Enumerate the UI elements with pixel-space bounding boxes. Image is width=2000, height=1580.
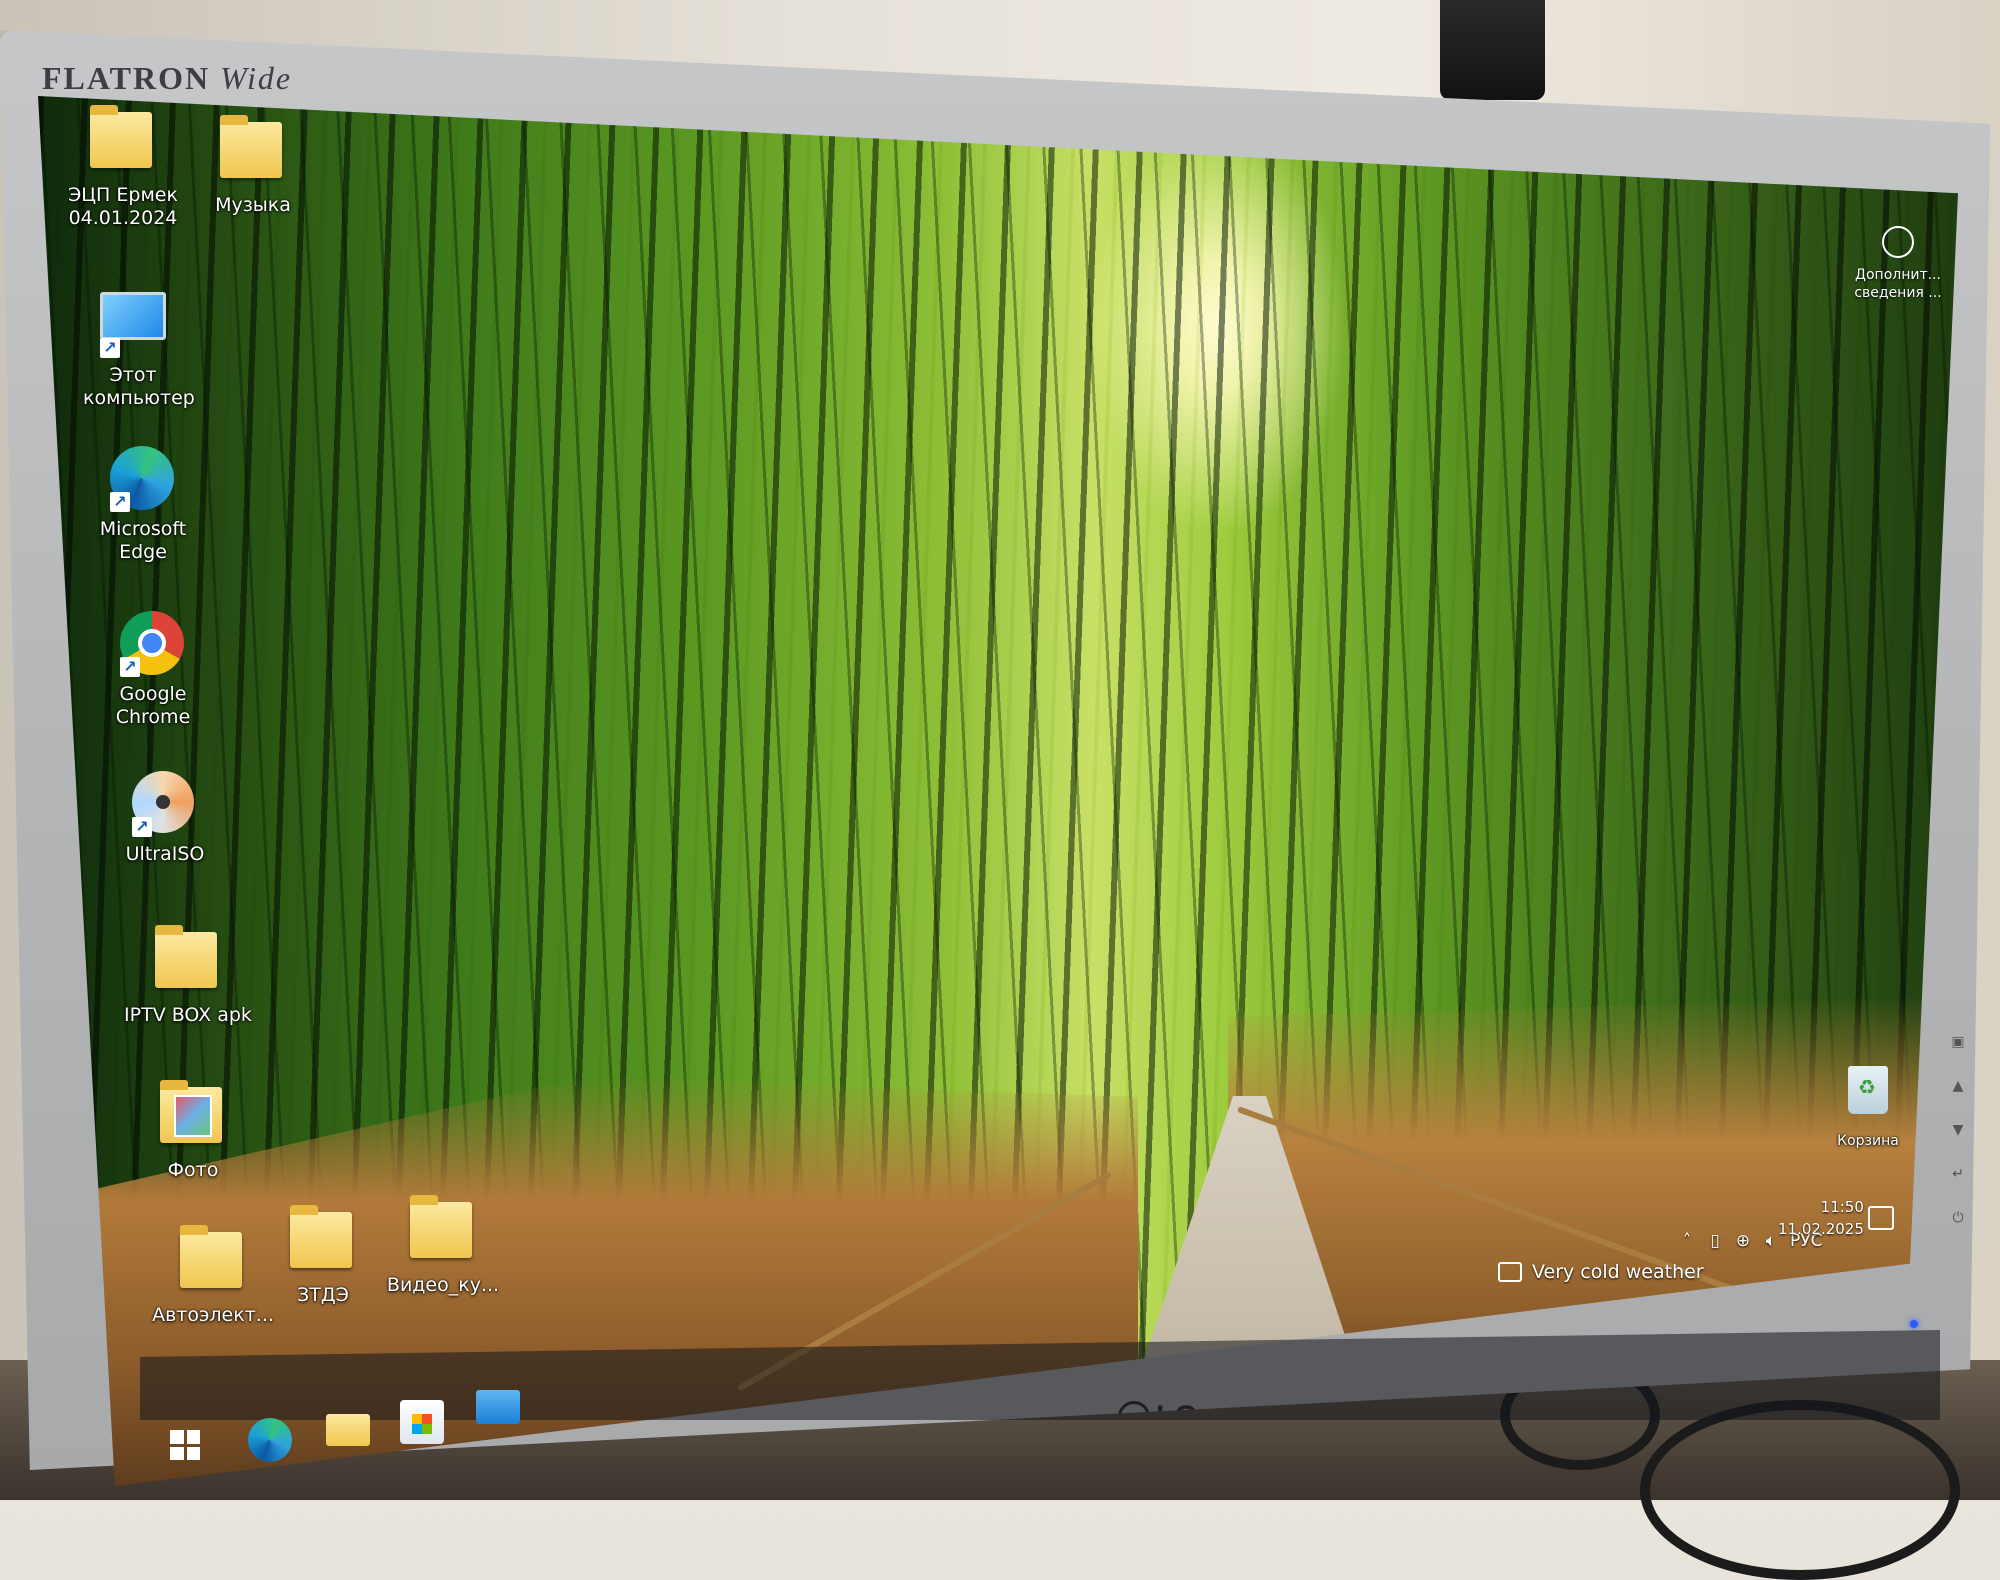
icon-label: UltraISO — [125, 843, 205, 865]
this-pc-icon: ↗ — [100, 292, 166, 358]
desktop-screen: ЭЦП Ермек 04.01.2024 Музыка ↗ Этот компь… — [38, 96, 1958, 1486]
folder-icon — [90, 105, 156, 178]
power-led — [1910, 1320, 1918, 1328]
icon-label: Музыка — [215, 194, 291, 216]
desktop-icon-video[interactable]: Видео_ку... — [373, 1195, 513, 1297]
camera-icon — [1882, 226, 1914, 258]
icon-label: Google Chrome — [115, 683, 191, 728]
notification-icon[interactable] — [1868, 1206, 1894, 1230]
taskbar-file-explorer-icon[interactable] — [326, 1414, 370, 1446]
icon-label: Фото — [167, 1159, 219, 1181]
recycle-bin-icon — [1843, 1066, 1893, 1126]
desktop-icon-this-pc[interactable]: ↗ Этот компьютер — [68, 286, 198, 410]
icon-label: Microsoft Edge — [99, 518, 187, 563]
weather-icon — [1498, 1262, 1522, 1282]
folder-icon — [155, 925, 221, 998]
start-button[interactable] — [170, 1430, 200, 1460]
clock-date: 11.02.2025 — [1778, 1220, 1864, 1238]
battery-icon[interactable]: ▯ — [1706, 1232, 1724, 1250]
taskbar-edge-icon[interactable] — [248, 1418, 292, 1462]
info-widget-line1: Дополнит... — [1855, 267, 1941, 283]
network-icon[interactable]: ⊕ — [1734, 1232, 1752, 1250]
chrome-icon: ↗ — [120, 611, 186, 677]
cable — [1640, 1400, 1960, 1580]
desktop-icon-chrome[interactable]: ↗ Google Chrome — [88, 611, 218, 729]
start-icon — [170, 1430, 200, 1460]
desktop-icon-ultraiso[interactable]: ↗ UltraISO — [100, 771, 230, 866]
photo-folder-icon — [160, 1080, 226, 1153]
clock[interactable]: 11:50 11.02.2025 — [1778, 1196, 1864, 1240]
desktop-icon-recycle-bin[interactable]: Корзина — [1808, 1056, 1928, 1150]
icon-label: IPTV BOX apk — [124, 1004, 252, 1026]
wallpaper-info-widget[interactable]: Дополнит... сведения ... — [1828, 226, 1958, 302]
icon-label: ЭЦП Ермек 04.01.2024 — [68, 184, 178, 229]
monitor-buttons[interactable]: ▣ ▲ ▼ ↵ ⏻ — [1948, 1020, 1968, 1240]
taskbar-mail-icon[interactable] — [476, 1390, 520, 1424]
folder-icon — [180, 1225, 246, 1298]
music-folder-icon — [220, 115, 286, 188]
weather-text: Very cold weather — [1532, 1261, 1704, 1283]
icon-label: ЗТДЭ — [297, 1284, 349, 1306]
desktop-icon-ztde[interactable]: ЗТДЭ — [258, 1205, 388, 1307]
taskbar-store-icon[interactable] — [400, 1400, 444, 1444]
chevron-up-icon[interactable]: ˄ — [1678, 1232, 1696, 1250]
desktop-icon-iptv[interactable]: IPTV BOX apk — [113, 925, 263, 1027]
disc-icon: ↗ — [132, 771, 198, 837]
info-widget-line2: сведения ... — [1854, 285, 1942, 301]
monitor-brand: FLATRON Wide — [42, 60, 293, 96]
icon-label: Этот компьютер — [83, 364, 195, 409]
icon-label: Видео_ку... — [386, 1274, 500, 1296]
folder-icon — [290, 1205, 356, 1278]
desktop-icon-edge[interactable]: ↗ Microsoft Edge — [78, 446, 208, 564]
weather-widget[interactable]: Very cold weather — [1498, 1261, 1704, 1283]
desktop-icon-folder-ecp[interactable]: ЭЦП Ермек 04.01.2024 — [58, 105, 188, 230]
icon-label: Корзина — [1837, 1133, 1899, 1149]
webcam — [1440, 0, 1545, 100]
edge-icon: ↗ — [110, 446, 176, 512]
icon-label: Автоэлект... — [152, 1304, 274, 1326]
clock-time: 11:50 — [1820, 1198, 1864, 1216]
desktop-icon-photo[interactable]: Фото — [128, 1080, 258, 1182]
folder-icon — [410, 1195, 476, 1268]
desktop-icon-music[interactable]: Музыка — [188, 115, 318, 217]
